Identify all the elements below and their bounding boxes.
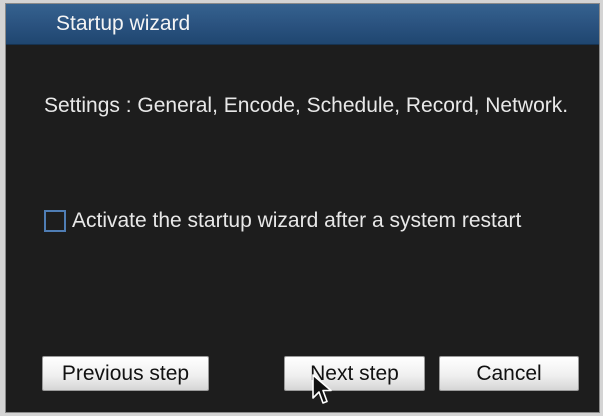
previous-step-button[interactable]: Previous step [42,356,209,391]
dialog-title: Startup wizard [56,12,191,35]
activate-wizard-label[interactable]: Activate the startup wizard after a syst… [72,209,521,233]
settings-description: Settings : General, Encode, Schedule, Re… [44,94,569,117]
startup-wizard-dialog: Startup wizard Settings : General, Encod… [5,3,600,413]
next-step-button[interactable]: Next step [284,356,425,391]
activate-wizard-option[interactable]: Activate the startup wizard after a syst… [44,206,521,236]
title-bar: Startup wizard [6,4,599,45]
cancel-button[interactable]: Cancel [439,356,579,391]
activate-wizard-checkbox[interactable] [44,210,66,232]
mouse-pointer-icon [312,374,332,404]
